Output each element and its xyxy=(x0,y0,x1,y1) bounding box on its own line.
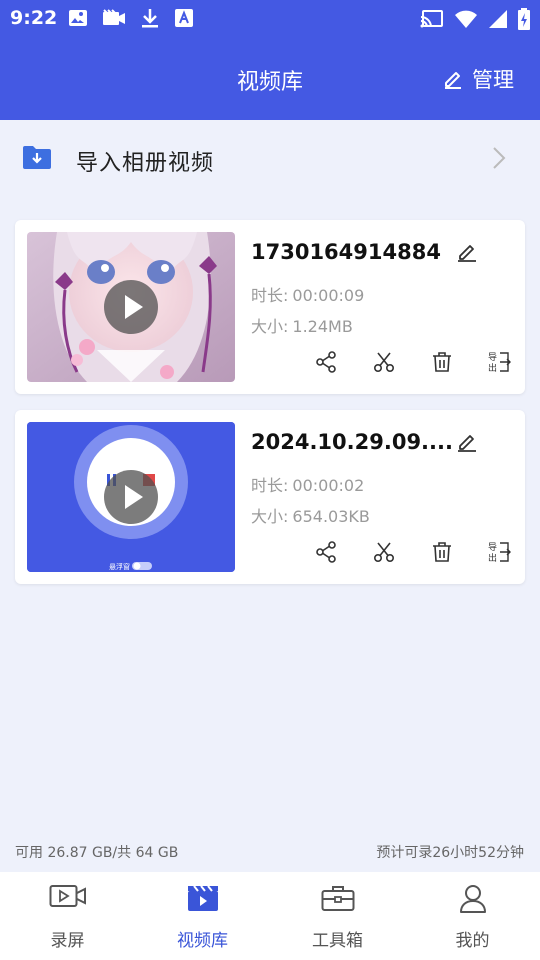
import-label: 导入相册视频 xyxy=(76,151,215,176)
duration-value: 00:00:09 xyxy=(292,286,365,305)
svg-text:出: 出 xyxy=(488,552,497,563)
edit-icon xyxy=(445,72,461,89)
tab-screen-record[interactable]: 录屏 xyxy=(0,872,135,960)
profile-icon xyxy=(459,885,486,913)
status-bar: 9:22 xyxy=(0,0,540,36)
video-library-icon xyxy=(187,885,218,911)
storage-available: 可用 26.87 GB/共 64 GB xyxy=(15,845,179,861)
size-label: 大小: xyxy=(251,507,289,526)
export-button[interactable]: 导出 xyxy=(471,538,529,566)
size-value: 1.24MB xyxy=(292,317,353,336)
tab-video-library[interactable]: 视频库 xyxy=(135,872,270,960)
screen-record-icon xyxy=(49,885,86,907)
svg-text:导: 导 xyxy=(488,352,497,363)
video-thumbnail[interactable] xyxy=(27,232,235,382)
scissors-icon xyxy=(373,542,395,563)
size-label: 大小: xyxy=(251,317,289,336)
tab-label: 工具箱 xyxy=(312,931,363,951)
tab-profile[interactable]: 我的 xyxy=(405,872,540,960)
video-duration: 时长: 00:00:09 xyxy=(251,282,364,306)
share-icon xyxy=(316,541,336,563)
video-camera-icon xyxy=(103,9,125,25)
delete-button[interactable] xyxy=(413,538,471,566)
trash-icon xyxy=(433,352,451,372)
play-button[interactable] xyxy=(104,470,158,524)
trash-icon xyxy=(433,542,451,562)
svg-text:出: 出 xyxy=(488,362,497,373)
chevron-right-icon xyxy=(493,147,506,169)
video-card[interactable]: 1730164914884 时长: 00:00:09 大小: 1.24MB 导出 xyxy=(15,220,525,394)
recording-estimate: 预计可录26小时52分钟 xyxy=(376,845,524,861)
cast-icon xyxy=(420,10,443,28)
bottom-nav: 录屏 视频库 工具箱 我的 xyxy=(0,872,540,960)
duration-label: 时长: xyxy=(251,476,289,495)
delete-button[interactable] xyxy=(413,348,471,376)
tab-label: 我的 xyxy=(455,931,490,951)
share-button[interactable] xyxy=(297,538,355,566)
size-value: 654.03KB xyxy=(292,507,370,526)
image-icon xyxy=(69,10,87,26)
manage-label: 管理 xyxy=(472,68,514,92)
toolbox-icon xyxy=(321,886,354,911)
import-album-video-row[interactable]: 导入相册视频 xyxy=(0,120,540,198)
tab-label: 视频库 xyxy=(177,931,228,951)
video-name: 1730164914884 xyxy=(251,240,441,264)
export-icon: 导出 xyxy=(488,542,511,563)
folder-download-icon xyxy=(23,146,51,169)
tab-toolbox[interactable]: 工具箱 xyxy=(270,872,405,960)
scissors-icon xyxy=(373,352,395,373)
cut-button[interactable] xyxy=(355,348,413,376)
play-button[interactable] xyxy=(104,280,158,334)
app-bar: 视频库 管理 xyxy=(0,36,540,120)
video-size: 大小: 654.03KB xyxy=(251,503,370,527)
video-size: 大小: 1.24MB xyxy=(251,313,353,337)
battery-charging-icon xyxy=(518,8,530,30)
video-duration: 时长: 00:00:02 xyxy=(251,472,364,496)
signal-icon xyxy=(489,10,507,28)
video-actions: 导出 xyxy=(297,538,529,566)
tab-label: 录屏 xyxy=(50,931,85,951)
share-icon xyxy=(316,351,336,373)
export-button[interactable]: 导出 xyxy=(471,348,529,376)
thumbnail-caption: 悬浮窗 xyxy=(109,563,130,571)
duration-value: 00:00:02 xyxy=(292,476,365,495)
rename-icon[interactable] xyxy=(455,430,479,454)
video-thumbnail[interactable]: 悬浮窗 xyxy=(27,422,235,572)
font-icon xyxy=(175,9,193,27)
share-button[interactable] xyxy=(297,348,355,376)
manage-button[interactable]: 管理 xyxy=(442,64,514,94)
wifi-icon xyxy=(455,10,477,28)
export-icon: 导出 xyxy=(488,352,511,373)
svg-text:导: 导 xyxy=(488,542,497,553)
video-name: 2024.10.29.09.... xyxy=(251,430,453,454)
status-time: 9:22 xyxy=(10,7,58,29)
cut-button[interactable] xyxy=(355,538,413,566)
rename-icon[interactable] xyxy=(455,240,479,264)
download-icon xyxy=(142,9,158,28)
duration-label: 时长: xyxy=(251,286,289,305)
video-actions: 导出 xyxy=(297,348,529,376)
video-card[interactable]: 悬浮窗 2024.10.29.09.... 时长: 00:00:02 大小: 654… xyxy=(15,410,525,584)
